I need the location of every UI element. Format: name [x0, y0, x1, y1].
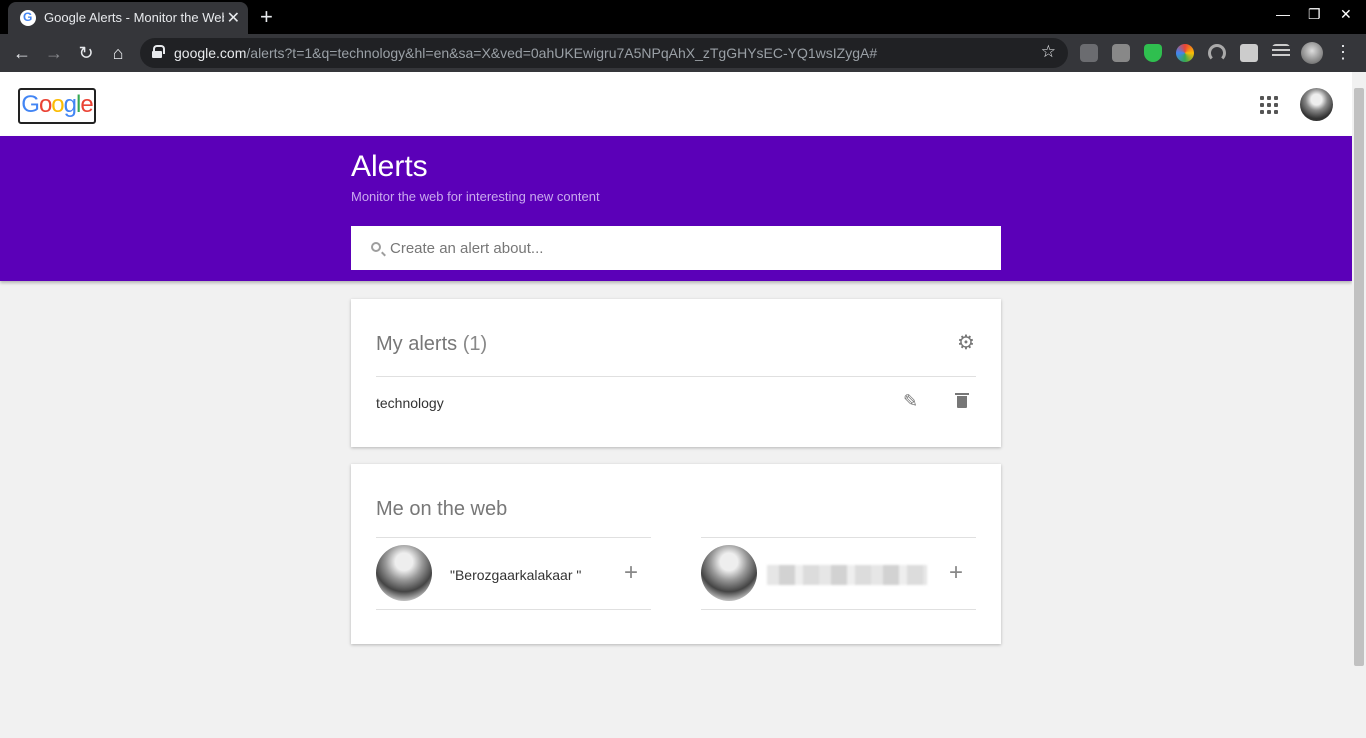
create-alert-input[interactable] [390, 238, 980, 258]
logo-letter: o [51, 91, 64, 118]
home-icon[interactable]: ⌂ [106, 41, 130, 65]
page-subtitle: Monitor the web for interesting new cont… [351, 189, 600, 204]
url-host: google.com [174, 45, 247, 61]
person-name: "Berozgaarkalakaar " [450, 567, 582, 583]
extension-r-icon[interactable] [1112, 44, 1130, 62]
me-on-web-title: Me on the web [376, 498, 508, 520]
logo-letter: e [80, 91, 93, 118]
page-content: Google Alerts Monitor the web for intere… [0, 72, 1352, 738]
green-shield-extension-icon[interactable] [1144, 44, 1162, 62]
page-header: Google [0, 72, 1352, 136]
logo-letter: G [21, 91, 40, 118]
logo-letter: g [63, 91, 77, 118]
browser-toolbar: ← → ↻ ⌂ google.com/alerts?t=1&q=technolo… [0, 34, 1366, 72]
add-alert-plus-icon[interactable]: + [949, 559, 963, 587]
reload-icon[interactable]: ↻ [74, 41, 98, 65]
add-alert-plus-icon[interactable]: + [624, 559, 638, 587]
new-tab-button[interactable]: + [260, 4, 273, 30]
profile-avatar-icon[interactable] [1301, 42, 1323, 64]
account-avatar[interactable] [1300, 88, 1333, 121]
logo-letter: o [38, 91, 52, 118]
divider [376, 376, 976, 377]
google-logo[interactable]: Google [18, 88, 96, 124]
search-icon [371, 242, 381, 252]
google-favicon-icon [20, 10, 36, 26]
browser-tabbar: Google Alerts - Monitor the Web ✕ + — ❐ … [0, 0, 1366, 34]
forward-icon[interactable]: → [42, 41, 66, 65]
page-title: Alerts [351, 150, 428, 183]
url-path: /alerts?t=1&q=technology&hl=en&sa=X&ved=… [246, 45, 878, 61]
delete-alert-icon[interactable] [955, 393, 969, 409]
minimize-icon[interactable]: — [1276, 6, 1290, 22]
shield-extension-icon[interactable] [1080, 44, 1098, 62]
alerts-count: (1) [462, 333, 488, 355]
person-avatar [376, 545, 432, 601]
color-extension-icon[interactable] [1176, 44, 1194, 62]
alerts-banner: Alerts Monitor the web for interesting n… [0, 136, 1352, 281]
gear-icon[interactable]: ⚙ [956, 333, 976, 353]
bookmark-star-icon[interactable]: ☆ [1041, 42, 1056, 62]
person-avatar [701, 545, 757, 601]
arc-extension-icon[interactable] [1208, 44, 1226, 62]
puzzle-extensions-icon[interactable] [1240, 44, 1258, 62]
lock-icon[interactable] [152, 45, 165, 58]
redacted-email [767, 565, 927, 585]
address-bar[interactable]: google.com/alerts?t=1&q=technology&hl=en… [140, 38, 1068, 68]
browser-tab[interactable]: Google Alerts - Monitor the Web ✕ [8, 2, 248, 34]
apps-grid-icon[interactable] [1260, 96, 1278, 114]
url-text[interactable]: google.com/alerts?t=1&q=technology&hl=en… [174, 45, 877, 61]
my-alerts-title: My alerts (1) [376, 333, 487, 356]
media-queue-icon[interactable] [1272, 44, 1290, 62]
alert-query[interactable]: technology [376, 395, 444, 411]
tab-close-icon[interactable]: ✕ [227, 8, 240, 28]
my-alerts-label: My alerts [376, 333, 458, 355]
tab-title: Google Alerts - Monitor the Web [44, 10, 224, 25]
window-close-icon[interactable]: ✕ [1340, 6, 1352, 23]
me-on-the-web-card: Me on the web "Berozgaarkalakaar " + + [351, 464, 1001, 644]
create-alert-box[interactable] [351, 226, 1001, 270]
browser-menu-icon[interactable]: ⋮ [1334, 42, 1352, 63]
person-entry: + [701, 537, 976, 610]
edit-alert-icon[interactable]: ✎ [903, 391, 918, 412]
scrollbar-thumb[interactable] [1354, 88, 1364, 666]
my-alerts-card: My alerts (1) ⚙ technology ✎ [351, 299, 1001, 447]
back-icon[interactable]: ← [10, 41, 34, 65]
maximize-icon[interactable]: ❐ [1308, 6, 1321, 23]
person-entry: "Berozgaarkalakaar " + [376, 537, 651, 610]
